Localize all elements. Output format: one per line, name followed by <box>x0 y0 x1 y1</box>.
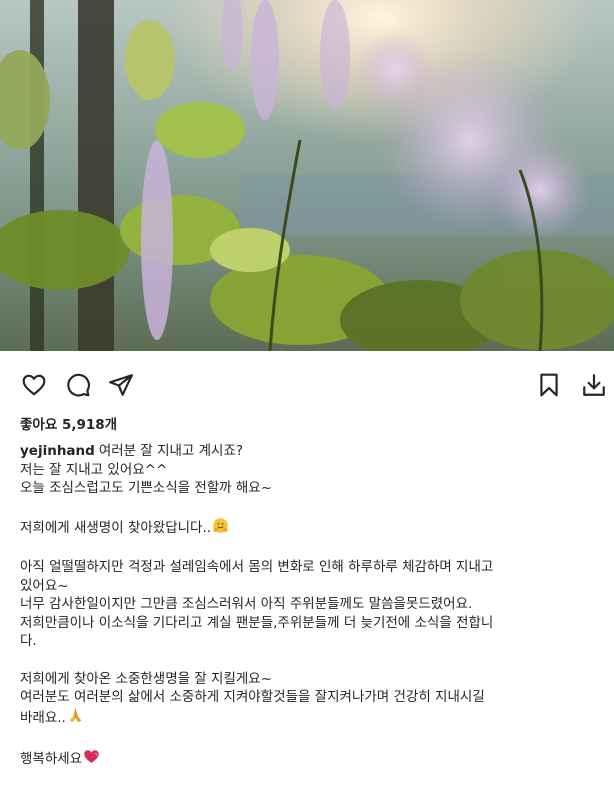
likes-count[interactable]: 좋아요 5,918개 <box>20 413 117 433</box>
caption-line: 행복하세요 <box>20 751 83 767</box>
comment-bubble-icon[interactable] <box>64 371 92 399</box>
caption-line: 저는 잘 지내고 있어요^^ <box>20 461 168 478</box>
caption-line-with-emoji: 행복하세요 <box>20 748 604 771</box>
bookmark-icon[interactable] <box>535 371 563 399</box>
caption-line: 오늘 조심스럽고도 기쁜소식을 전할까 해요~ <box>20 480 273 496</box>
caption-line: 아직 얼떨떨하지만 걱정과 설레임속에서 몸의 변화로 인해 하루하루 체감하며… <box>20 559 494 575</box>
post-action-bar <box>0 351 614 413</box>
caption-line-with-emoji: 저희에게 새생명이 찾아왔답니다.. <box>20 517 604 540</box>
post-photo[interactable] <box>0 0 614 351</box>
caption-line: 저희만큼이나 이소식을 기다리고 계실 팬분들,주위분들께 더 늦기전에 소식을… <box>20 614 494 631</box>
caption-line: 여러분도 여러분의 삶에서 소중하게 지켜야할것들을 잘지켜나가며 건강히 지내… <box>20 689 485 705</box>
paper-plane-icon[interactable] <box>107 371 135 399</box>
heart-emoji <box>83 748 100 771</box>
caption-line: 있어요~ <box>20 577 69 594</box>
caption-line: 너무 감사한일이지만 그만큼 조심스러워서 아직 주위분들께도 말씀을못드렸어요… <box>20 596 473 612</box>
caption-line: 저희에게 찾아온 소중한생명을 잘 지킬게요~ <box>20 670 273 687</box>
caption-line: 다. <box>20 633 37 649</box>
heart-icon[interactable] <box>20 371 48 399</box>
download-icon[interactable] <box>580 371 608 399</box>
caption-line: 바래요.. <box>20 709 66 726</box>
folded-hands-emoji <box>67 707 84 730</box>
hugging-face-emoji <box>212 517 229 540</box>
post-caption: yejinhand 여러분 잘 지내고 계시죠? 저는 잘 지내고 있어요^^ 오… <box>20 442 604 771</box>
caption-line-with-emoji: 바래요.. <box>20 707 604 730</box>
caption-text: 여러분 잘 지내고 계시죠? <box>98 443 244 459</box>
username-link[interactable]: yejinhand <box>20 443 95 459</box>
caption-line: 저희에게 새생명이 찾아왔답니다.. <box>20 519 212 536</box>
